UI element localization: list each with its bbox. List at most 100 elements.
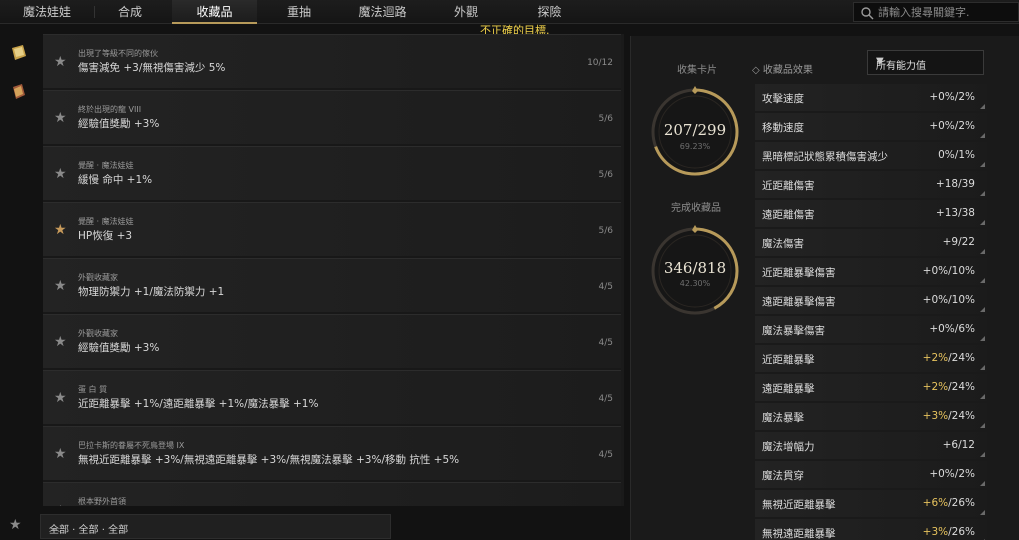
tab-collection[interactable]: 收藏品 [172,0,257,24]
stat-value: +6/12 [943,439,975,451]
collection-row[interactable]: ★ 巴拉卡斯的眷屬不死鳥登場 IX 無視近距離暴擊 +3%/無視遠距離暴擊 +3… [43,426,621,480]
filter-dropdown[interactable]: 全部 · 全部 · 全部 ︿ [40,514,391,539]
star-icon[interactable]: ★ [54,110,67,126]
collection-row[interactable]: ★ 外觀收藏家 物理防禦力 +1/魔法防禦力 +1 4/5 [43,258,621,312]
collection-effect: 經驗值獎勵 +3% [78,342,160,354]
stat-name: 魔法增幅力 [762,441,815,453]
items-percent: 42.30% [679,279,711,288]
stat-current: 0% [938,149,955,161]
tab-reroll[interactable]: 重抽 [265,0,333,24]
stat-row: 遠距離暴擊 +2%/24% [755,374,987,401]
collection-count: 10/12 [587,58,613,68]
stat-value: +0%/10% [923,265,975,277]
stat-max: /10% [948,294,975,306]
stat-current: +0% [929,468,955,480]
tab-exploration[interactable]: 探險 [512,0,587,24]
stat-row: 魔法增幅力 +6/12 [755,432,987,459]
card-book-icon[interactable] [9,83,29,101]
stat-name: 近距離傷害 [762,180,815,192]
stat-current: +6 [942,439,959,451]
stat-row: 遠距離傷害 +13/38 [755,200,987,227]
collection-row[interactable]: ★ 終於出現的龍 VIII 經驗值獎勵 +3% 5/6 [43,90,621,144]
collection-title: 終於出現的龍 VIII [78,105,142,114]
stat-value: 0%/1% [938,149,975,161]
collection-row[interactable]: ★ 根本野外首領 [43,482,621,506]
collection-effect: 物理防禦力 +1/魔法防禦力 +1 [78,286,225,298]
cards-value: 207/299 [663,121,727,139]
stat-current: +3% [922,410,949,422]
collection-effect: 緩慢 命中 +1% [78,174,153,186]
tab-synthesis[interactable]: 合成 [95,0,165,24]
stat-value: +0%/2% [929,91,975,103]
stat-value: +0%/2% [929,120,975,132]
collection-title: 覺醒 · 魔法娃娃 [78,161,134,170]
stat-row: 魔法暴擊傷害 +0%/6% [755,316,987,343]
star-icon[interactable]: ★ [54,446,67,462]
star-icon[interactable]: ★ [54,503,67,506]
stat-filter-dropdown[interactable]: 所有能力值 ▼ [867,50,984,75]
star-icon[interactable]: ★ [54,334,67,350]
book-icon[interactable] [9,44,29,62]
stat-name: 魔法暴擊傷害 [762,325,825,337]
collection-effect: 無視近距離暴擊 +3%/無視遠距離暴擊 +3%/無視魔法暴擊 +3%/移動 抗性… [78,454,460,466]
corner-marker [980,394,985,399]
effects-label-text: 收藏品效果 [762,65,813,76]
star-icon[interactable]: ★ [54,54,67,70]
tab-appearance[interactable]: 外觀 [432,0,500,24]
collection-row[interactable]: ★ 外觀收藏家 經驗值獎勵 +3% 4/5 [43,314,621,368]
stat-row: 黑暗標記狀態累積傷害減少 0%/1% [755,142,987,169]
stat-max: /6% [954,323,975,335]
stat-row: 無視近距離暴擊 +6%/26% [755,490,987,517]
collection-effect: 經驗值獎勵 +3% [78,118,160,130]
star-icon[interactable]: ★ [54,166,67,182]
stat-current: +0% [929,120,955,132]
corner-marker [980,365,985,370]
stat-current: +2% [922,381,949,393]
collection-count: 5/6 [598,114,613,124]
stat-row: 遠距離暴擊傷害 +0%/10% [755,287,987,314]
stat-value: +18/39 [936,178,975,190]
stat-name: 遠距離暴擊傷害 [762,296,836,308]
search-input[interactable] [878,4,1016,20]
chevron-up-icon: ︿ [49,521,60,534]
collection-row[interactable]: ★ 蛋 白 質 近距離暴擊 +1%/遠距離暴擊 +1%/魔法暴擊 +1% 4/5 [43,370,621,424]
star-icon[interactable]: ★ [54,222,67,238]
corner-marker [980,278,985,283]
stat-max: /2% [954,468,975,480]
stat-name: 魔法暴擊 [762,412,804,424]
star-icon[interactable]: ★ [54,278,67,294]
stat-row: 無視遠距離暴擊 +3%/26% [755,519,987,540]
collection-row[interactable]: ★ 覺醒 · 魔法娃娃 HP恢復 +3 5/6 [43,202,621,256]
search-box [853,2,1019,22]
stat-row: 近距離暴擊 +2%/24% [755,345,987,372]
stat-row: 魔法暴擊 +3%/24% [755,403,987,430]
list-scrollbar[interactable] [621,34,624,506]
collection-title: 出現了等級不同的傢伙 [78,49,158,58]
collection-row[interactable]: ★ 覺醒 · 魔法娃娃 緩慢 命中 +1% 5/6 [43,146,621,200]
stat-max: /12 [958,439,975,451]
stat-max: /24% [948,410,975,422]
stat-max: /10% [948,265,975,277]
stat-max: /26% [948,497,975,509]
corner-marker [980,510,985,515]
stat-name: 無視近距離暴擊 [762,499,836,511]
star-icon[interactable]: ★ [54,390,67,406]
stat-row: 魔法傷害 +9/22 [755,229,987,256]
stat-value: +3%/24% [923,410,975,422]
stat-max: /39 [958,178,975,190]
corner-marker [980,104,985,109]
stat-name: 魔法傷害 [762,238,804,250]
tab-magic-doll[interactable]: 魔法娃娃 [0,0,94,24]
stat-name: 黑暗標記狀態累積傷害減少 [762,151,888,163]
corner-marker [980,307,985,312]
stat-name: 無視遠距離暴擊 [762,528,836,540]
stat-name: 近距離暴擊傷害 [762,267,836,279]
stat-current: +13 [935,207,959,219]
collection-list: ★ 出現了等級不同的傢伙 傷害減免 +3/無視傷害減少 5% 10/12 ★ 終… [43,34,621,506]
stat-row: 近距離傷害 +18/39 [755,171,987,198]
favorite-filter-star-icon[interactable]: ★ [9,517,22,533]
tab-magic-circuit[interactable]: 魔法迴路 [340,0,425,24]
collection-title: 覺醒 · 魔法娃娃 [78,217,134,226]
stat-current: +9 [942,236,959,248]
collection-row[interactable]: ★ 出現了等級不同的傢伙 傷害減免 +3/無視傷害減少 5% 10/12 [43,34,621,88]
